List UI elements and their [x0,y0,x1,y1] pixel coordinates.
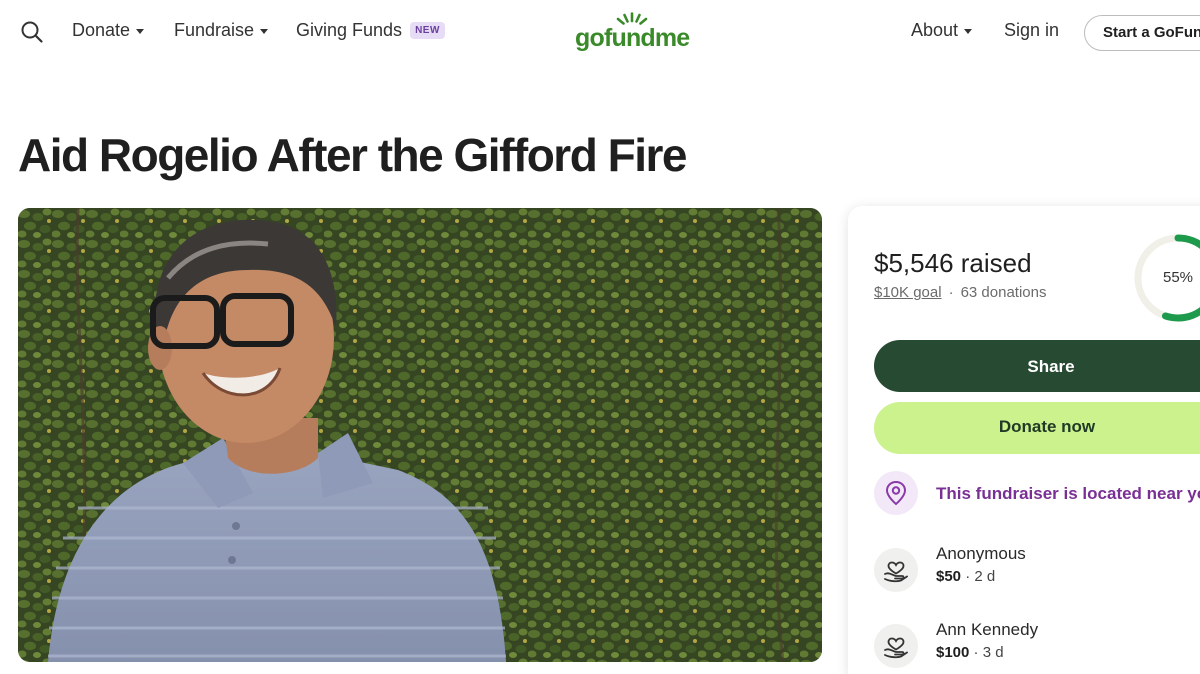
goal-link[interactable]: $10K goal [874,284,942,301]
donation-amount: $50 [936,568,962,585]
caret-down-icon [136,29,145,34]
start-gofundme-button[interactable]: Start a GoFundMe [1084,15,1200,51]
nav-giving-funds[interactable]: Giving Funds NEW [296,20,445,41]
sign-in-link[interactable]: Sign in [1004,20,1059,41]
logo-text: gofundme [575,24,690,52]
share-button-label: Share [1027,357,1075,376]
heart-hand-icon [874,624,918,668]
donate-now-label: Donate now [998,417,1096,436]
donate-now-button[interactable]: Donate now [874,402,1200,454]
location-notice[interactable]: This fundraiser is located near you [874,471,1200,515]
nav-fundraise[interactable]: Fundraise [174,20,269,41]
donation-item: Ann Kennedy $100 · 3 d [874,620,1200,668]
donation-age: 2 d [974,568,996,585]
goal-summary: $10K goal · 63 donations [874,284,1046,301]
donation-meta: $100 · 3 d [936,644,1004,661]
donor-name: Anonymous [936,544,1026,563]
raised-suffix: raised [960,248,1032,278]
site-header: Donate Fundraise Giving Funds NEW gofund… [0,0,1200,64]
campaign-photo[interactable] [18,208,822,662]
new-badge: NEW [410,22,445,39]
raised-value: $5,546 [874,248,954,278]
heart-hand-icon [874,548,918,592]
nav-donate-label: Donate [72,20,131,40]
progress-percent: 55% [1162,269,1194,286]
nav-giving-funds-label: Giving Funds [296,20,403,40]
nav-about[interactable]: About [911,20,973,41]
map-pin-icon [874,471,918,515]
donation-count: 63 donations [960,284,1047,301]
nav-about-label: About [911,20,959,40]
donation-meta: $50 · 2 d [936,568,996,585]
donation-card: $5,546 raised $10K goal · 63 donations 55%… [848,206,1200,674]
caret-down-icon [260,29,269,34]
separator-dot: · [948,284,954,301]
nav-fundraise-label: Fundraise [174,20,255,40]
location-text: This fundraiser is located near you [936,484,1200,503]
donation-item: Anonymous $50 · 2 d [874,544,1200,592]
caret-down-icon [964,29,973,34]
search-icon[interactable] [20,20,44,44]
raised-amount: $5,546 raised [874,248,1032,279]
donor-name: Ann Kennedy [936,620,1039,639]
gofundme-logo[interactable]: gofundme [575,12,693,52]
donation-age: 3 d [982,644,1004,661]
donation-amount: $100 [936,644,970,661]
nav-donate[interactable]: Donate [72,20,145,41]
page-title: Aid Rogelio After the Gifford Fire [18,129,687,181]
share-button[interactable]: Share [874,340,1200,392]
